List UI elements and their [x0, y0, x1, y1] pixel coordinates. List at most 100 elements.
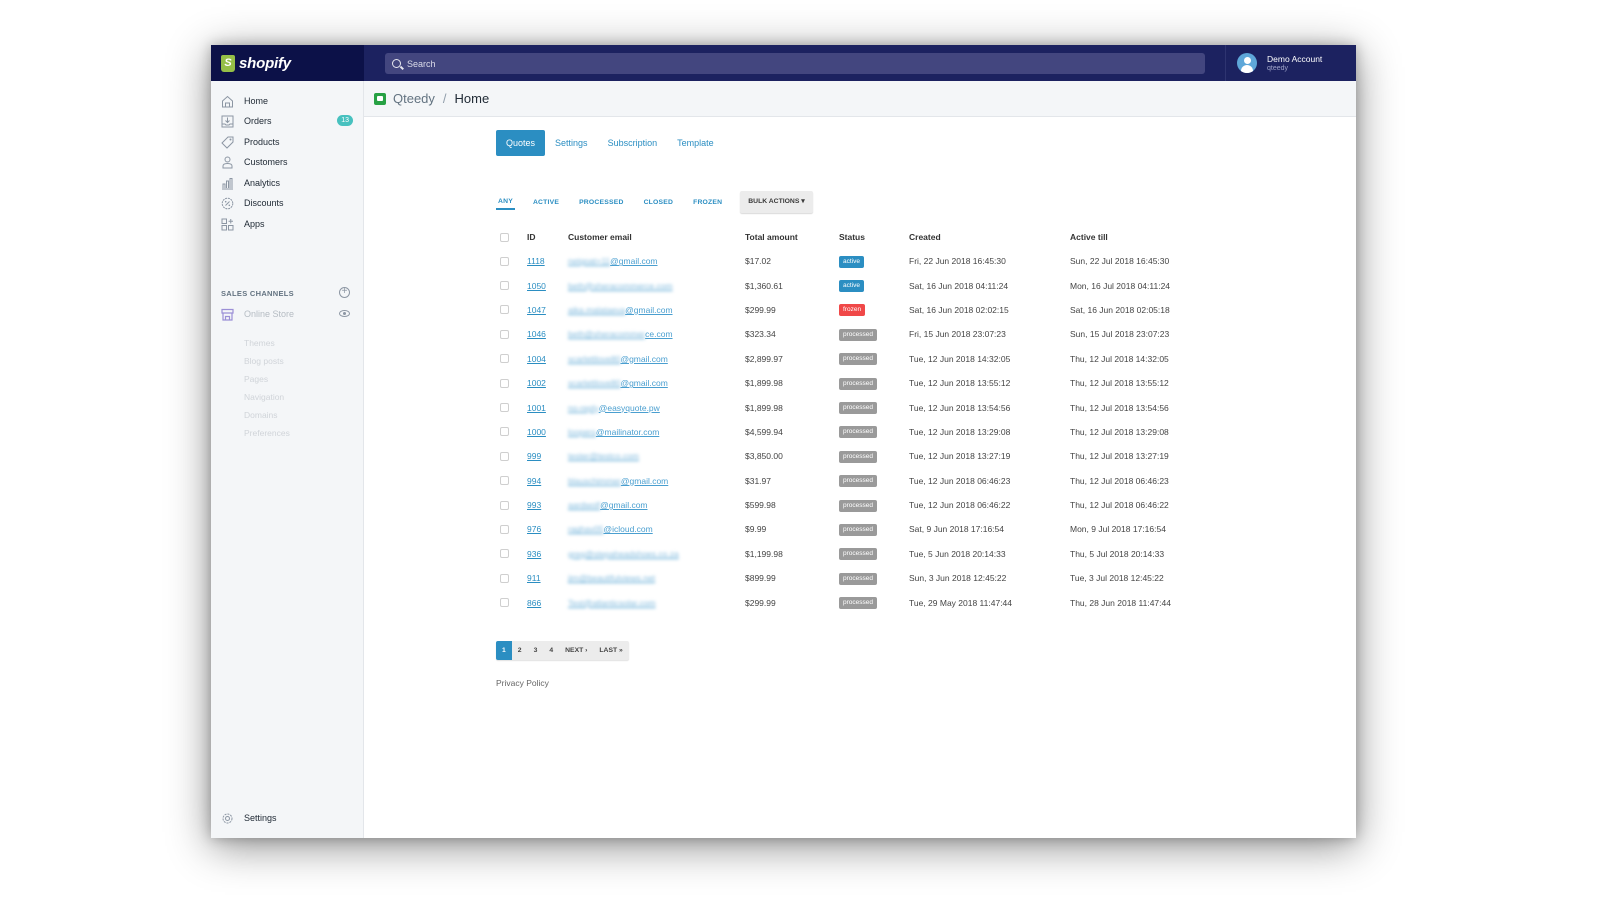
- quote-id-link[interactable]: 1000: [527, 427, 546, 437]
- sidebar-sub-domains[interactable]: Domains: [244, 410, 278, 420]
- sidebar-item-online-store[interactable]: Online Store: [220, 305, 355, 323]
- header-id[interactable]: ID: [527, 225, 568, 249]
- tag-icon: [220, 135, 234, 149]
- customer-email-link[interactable]: loopers@mailinator.com: [568, 427, 659, 437]
- select-all-checkbox[interactable]: [500, 232, 509, 242]
- sidebar-item-orders[interactable]: Orders 13: [220, 112, 355, 130]
- customer-email-link[interactable]: no-reply@easyquote.pw: [568, 403, 660, 413]
- filter-frozen[interactable]: FROZEN: [691, 199, 724, 209]
- page-4-button[interactable]: 4: [543, 641, 559, 660]
- sidebar-item-customers[interactable]: Customers: [220, 153, 355, 171]
- row-checkbox[interactable]: [500, 256, 509, 266]
- quote-id-link[interactable]: 1001: [527, 403, 546, 413]
- row-checkbox[interactable]: [500, 451, 509, 461]
- search-bar[interactable]: [385, 53, 1205, 74]
- quote-id-link[interactable]: 1046: [527, 329, 546, 339]
- row-checkbox[interactable]: [500, 427, 509, 437]
- sidebar-item-home[interactable]: Home: [220, 92, 355, 110]
- account-menu[interactable]: Demo Account qteedy: [1225, 45, 1356, 81]
- status-badge: processed: [839, 377, 877, 390]
- customer-email-link[interactable]: aardwolf@gmail.com: [568, 500, 648, 510]
- sidebar-sub-navigation[interactable]: Navigation: [244, 392, 284, 402]
- next-page-button[interactable]: NEXT ›: [559, 641, 593, 660]
- privacy-policy-link[interactable]: Privacy Policy: [496, 678, 549, 688]
- sidebar-sub-themes[interactable]: Themes: [244, 338, 275, 348]
- breadcrumb-app-link[interactable]: Qteedy: [393, 91, 435, 106]
- row-checkbox[interactable]: [500, 476, 509, 486]
- page-1-button[interactable]: 1: [496, 641, 512, 660]
- total-amount: $299.99: [745, 597, 776, 608]
- page-3-button[interactable]: 3: [528, 641, 544, 660]
- total-amount: $17.02: [745, 256, 771, 267]
- created-date: Fri, 15 Jun 2018 23:07:23: [909, 329, 1006, 340]
- row-checkbox[interactable]: [500, 403, 509, 413]
- row-checkbox[interactable]: [500, 500, 509, 510]
- sidebar-sub-preferences[interactable]: Preferences: [244, 428, 290, 438]
- sidebar-item-apps[interactable]: Apps: [220, 215, 355, 233]
- quote-id-link[interactable]: 993: [527, 500, 541, 510]
- email-domain: @icloud.com: [603, 524, 653, 535]
- bulk-actions-button[interactable]: BULK ACTIONS ▾: [740, 191, 813, 213]
- sidebar-sub-pages[interactable]: Pages: [244, 374, 268, 384]
- view-store-eye-icon[interactable]: [339, 310, 350, 317]
- customer-email-link[interactable]: scarlettlove80@gmail.com: [568, 378, 668, 388]
- filter-processed[interactable]: PROCESSED: [577, 199, 625, 209]
- quote-id-link[interactable]: 911: [527, 573, 541, 583]
- customer-email-link[interactable]: aika.malataeva@gmail.com: [568, 305, 673, 315]
- header-active-till[interactable]: Active till: [1070, 225, 1200, 249]
- row-checkbox[interactable]: [500, 281, 509, 291]
- email-redacted-part: tester@testco.com: [568, 451, 639, 462]
- total-amount: $599.98: [745, 500, 776, 511]
- quote-id-link[interactable]: 1002: [527, 378, 546, 388]
- sidebar-item-settings[interactable]: Settings: [220, 809, 277, 827]
- header-status[interactable]: Status: [839, 225, 909, 249]
- header-customer-email[interactable]: Customer email: [568, 225, 745, 249]
- customer-email-link[interactable]: beth@sheracommerce.com: [568, 281, 673, 291]
- header-created[interactable]: Created: [909, 225, 1070, 249]
- filter-active[interactable]: ACTIVE: [531, 199, 561, 209]
- sidebar-item-discounts[interactable]: Discounts: [220, 194, 355, 212]
- filter-any[interactable]: ANY: [496, 198, 515, 210]
- customer-email-link[interactable]: tester@testco.com: [568, 451, 639, 461]
- quote-id-link[interactable]: 976: [527, 524, 541, 534]
- email-domain: @gmail.com: [625, 304, 673, 315]
- page-2-button[interactable]: 2: [512, 641, 528, 660]
- row-checkbox[interactable]: [500, 598, 509, 608]
- customer-email-link[interactable]: jim@beautifulviews.net: [568, 573, 655, 583]
- quote-id-link[interactable]: 1004: [527, 354, 546, 364]
- quote-id-link[interactable]: 866: [527, 598, 541, 608]
- search-input[interactable]: [407, 58, 1187, 69]
- tab-quotes[interactable]: Quotes: [496, 130, 546, 156]
- tab-subscription[interactable]: Subscription: [598, 130, 668, 156]
- sidebar-item-analytics[interactable]: Analytics: [220, 174, 355, 192]
- add-sales-channel-icon[interactable]: +: [339, 287, 350, 298]
- customer-email-link[interactable]: greg@stepaheadshoes.co.za: [568, 549, 679, 559]
- row-checkbox[interactable]: [500, 378, 509, 388]
- header-total-amount[interactable]: Total amount: [745, 225, 839, 249]
- row-checkbox[interactable]: [500, 305, 509, 315]
- sidebar-sub-blog-posts[interactable]: Blog posts: [244, 356, 284, 366]
- row-checkbox[interactable]: [500, 573, 509, 583]
- customer-email-link[interactable]: blauschimmer@gmail.com: [568, 476, 668, 486]
- customer-email-link[interactable]: beth@sheracommerce.com: [568, 329, 673, 339]
- last-page-button[interactable]: LAST »: [593, 641, 628, 660]
- quote-id-link[interactable]: 1118: [527, 256, 545, 266]
- row-checkbox[interactable]: [500, 354, 509, 364]
- quote-id-link[interactable]: 1047: [527, 305, 546, 315]
- customer-email-link[interactable]: raghav05@icloud.com: [568, 524, 653, 534]
- tab-settings[interactable]: Settings: [545, 130, 598, 156]
- quote-id-link[interactable]: 936: [527, 549, 541, 559]
- shopify-logo[interactable]: S shopify: [211, 45, 364, 81]
- sidebar-item-products[interactable]: Products: [220, 133, 355, 151]
- row-checkbox[interactable]: [500, 329, 509, 339]
- quote-id-link[interactable]: 999: [527, 451, 541, 461]
- customer-email-link[interactable]: scarlettlove80@gmail.com: [568, 354, 668, 364]
- tab-template[interactable]: Template: [667, 130, 724, 156]
- customer-email-link[interactable]: Test@atlanticsolar.com: [568, 598, 656, 608]
- quote-id-link[interactable]: 994: [527, 476, 541, 486]
- row-checkbox[interactable]: [500, 524, 509, 534]
- filter-closed[interactable]: CLOSED: [642, 199, 676, 209]
- customer-email-link[interactable]: netgoat+11@gmail.com: [568, 256, 658, 266]
- row-checkbox[interactable]: [500, 549, 509, 559]
- quote-id-link[interactable]: 1050: [527, 281, 546, 291]
